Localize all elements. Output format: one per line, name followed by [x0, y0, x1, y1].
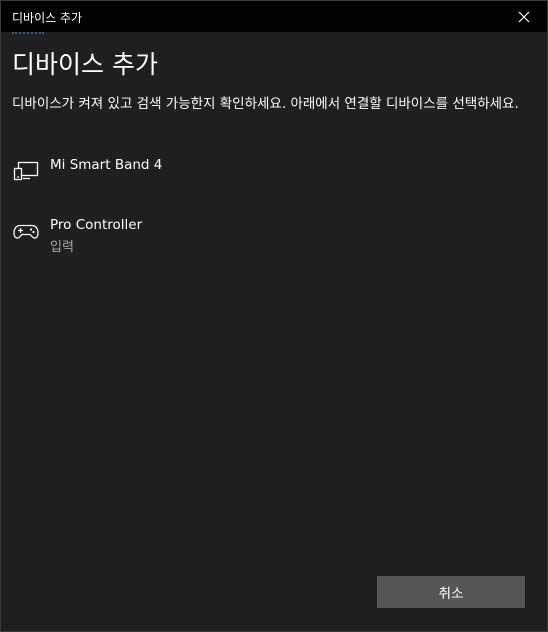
cancel-button[interactable]: 취소 [377, 576, 525, 608]
device-type-label: 입력 [50, 240, 74, 255]
device-item-mi-smart-band[interactable]: Mi Smart Band 4 [1, 147, 547, 199]
device-name: Pro Controller [50, 217, 143, 233]
window-title: 디바이스 추가 [12, 11, 83, 25]
close-icon [518, 11, 530, 22]
title-bar[interactable]: 디바이스 추가 [1, 1, 547, 32]
device-name: Mi Smart Band 4 [50, 157, 163, 173]
page-title: 디바이스 추가 [12, 50, 158, 79]
device-icon [13, 161, 39, 181]
focus-indicator [12, 32, 44, 37]
close-button[interactable] [501, 1, 547, 32]
instructions-text: 디바이스가 켜져 있고 검색 가능한지 확인하세요. 아래에서 연결할 디바이스… [12, 96, 519, 112]
gamepad-icon [13, 224, 39, 239]
device-item-pro-controller[interactable]: Pro Controller 입력 [1, 207, 547, 259]
add-device-dialog: 디바이스 추가 디바이스 추가 디바이스가 켜져 있고 검색 가능한지 확인하세… [0, 0, 548, 632]
